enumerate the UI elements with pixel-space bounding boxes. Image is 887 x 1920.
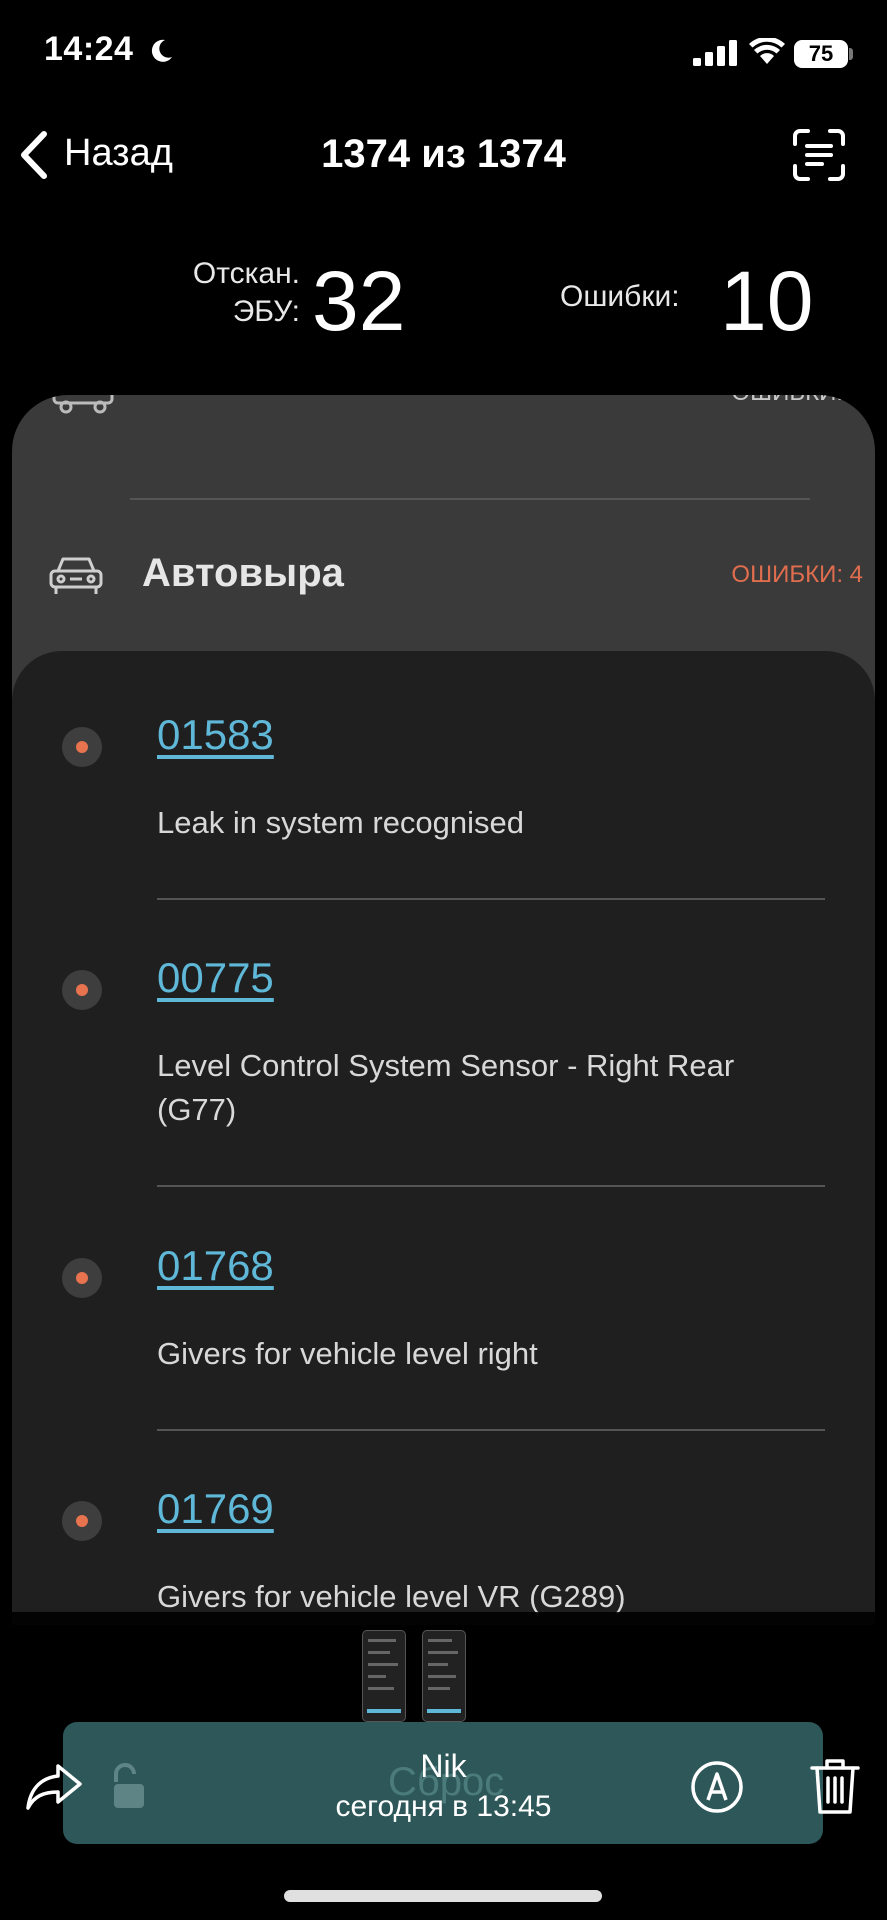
error-dot-icon [62,1258,102,1298]
error-code-link[interactable]: 01769 [157,1485,274,1533]
unit-name[interactable]: Автовыра [142,551,344,596]
error-dot-icon [62,1501,102,1541]
text-scan-icon[interactable] [792,128,846,182]
scanned-ecu-label: Отскан. ЭБУ: [150,255,300,331]
ecu-card: ОШИБКИ: 0 Автовыра ОШИБКИ: 4 01583 Leak … [12,395,875,1625]
error-dot-icon [62,727,102,767]
car-icon [52,395,114,414]
error-code-link[interactable]: 01768 [157,1242,274,1290]
divider [157,1185,825,1187]
divider [157,1429,825,1431]
scanned-ecu-count: 32 [312,254,406,348]
wifi-icon [749,38,785,64]
error-description: Givers for vehicle level right [157,1336,538,1371]
error-description: Level Control System Sensor - Right Rear… [157,1048,735,1127]
prev-unit-errors: ОШИБКИ: 0 [731,395,863,407]
scanned-label-line1: Отскан. [192,257,300,290]
trash-icon[interactable] [810,1756,860,1816]
share-icon[interactable] [24,1762,84,1812]
errors-label: Ошибки: [560,280,680,313]
markup-icon[interactable] [690,1760,744,1814]
home-indicator[interactable] [284,1890,602,1902]
signal-icon [693,40,737,66]
scanned-label-line2: ЭБУ: [232,295,300,328]
moon-icon [151,39,172,62]
page-title: 1374 из 1374 [321,132,566,176]
error-list: 01583 Leak in system recognised 00775 Le… [12,651,875,1625]
errors-count: 10 [720,254,814,348]
unit-errors-badge: ОШИБКИ: 4 [731,561,863,588]
battery-indicator: 75 [794,40,848,68]
divider [157,898,825,900]
error-code-link[interactable]: 00775 [157,954,274,1002]
status-time: 14:24 [44,30,134,68]
error-dot-icon [62,970,102,1010]
error-code-link[interactable]: 01583 [157,711,274,759]
battery-cap [849,48,853,60]
car-icon [49,557,103,594]
photo-thumbnail[interactable] [362,1630,406,1722]
unlock-icon[interactable] [108,1762,148,1810]
divider [130,498,810,500]
photo-thumbnail[interactable] [422,1630,466,1722]
error-description: Leak in system recognised [157,805,525,840]
